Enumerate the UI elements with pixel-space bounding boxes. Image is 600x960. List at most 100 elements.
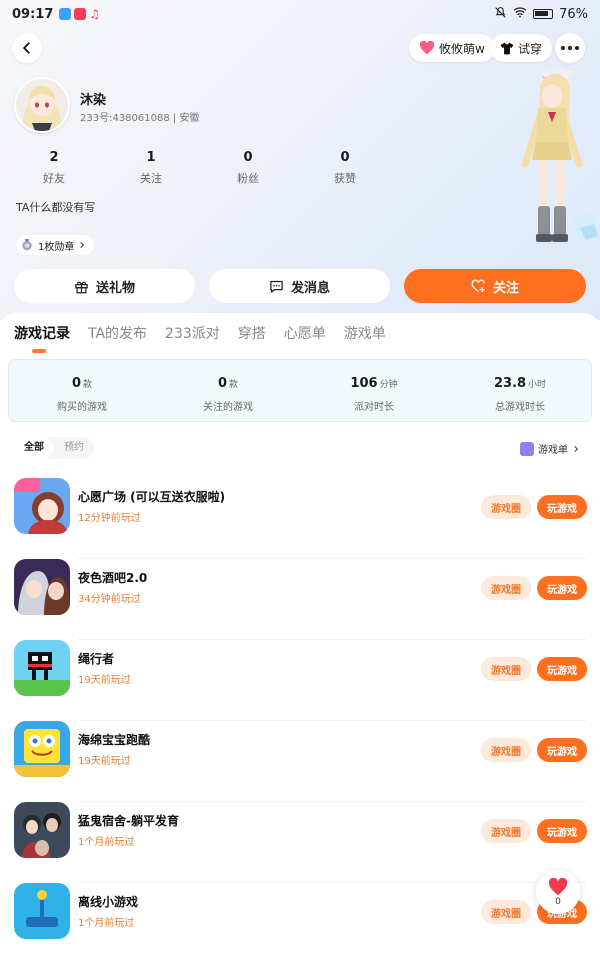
tab-game-records[interactable]: 游戏记录 <box>14 323 70 353</box>
stat-friends[interactable]: 2 好友 <box>14 150 94 186</box>
game-icon-offline-games <box>14 883 70 939</box>
summary-value: 0 <box>71 376 82 391</box>
summary-value: 23.8 <box>493 376 527 391</box>
tab-posts[interactable]: TA的发布 <box>88 323 147 343</box>
badge-chip[interactable]: 1枚勋章 <box>16 235 95 255</box>
game-name: 海绵宝宝跑酷 <box>78 733 151 747</box>
summary-label: 派对时长 <box>354 402 394 413</box>
tab-outfits[interactable]: 穿搭 <box>238 323 266 343</box>
tab-party[interactable]: 233派对 <box>165 323 220 343</box>
battery-percent: 76% <box>559 6 588 22</box>
bio-text: TA什么都没有写 <box>16 201 96 214</box>
stat-fans[interactable]: 0 粉丝 <box>208 150 288 186</box>
game-name: 夜色酒吧2.0 <box>78 571 148 585</box>
play-game-button[interactable]: 玩游戏 <box>537 495 587 519</box>
heart-icon <box>548 877 568 895</box>
follow-button[interactable]: 关注 <box>404 269 586 303</box>
shirt-icon <box>500 42 514 54</box>
chevron-right-icon <box>80 241 85 249</box>
last-played: 1个月前玩过 <box>78 837 135 848</box>
game-circle-button[interactable]: 游戏圈 <box>481 495 531 519</box>
back-button[interactable] <box>12 33 42 63</box>
chevron-left-icon <box>23 42 30 54</box>
summary-party-time: 106 分钟 派对时长 <box>301 372 447 413</box>
game-circle-button[interactable]: 游戏圈 <box>481 738 531 762</box>
game-row[interactable]: 心愿广场 (可以互送衣服啦) 12分钟前玩过 游戏圈 玩游戏 <box>0 478 600 559</box>
uid-location: 233号:438061088 | 安徽 <box>80 113 200 124</box>
summary-label: 总游戏时长 <box>495 402 545 413</box>
play-game-button[interactable]: 玩游戏 <box>537 819 587 843</box>
tab-game-lists[interactable]: 游戏单 <box>344 323 386 343</box>
game-row[interactable]: 猛鬼宿舍-躺平发育 1个月前玩过 游戏圈 玩游戏 <box>0 802 600 883</box>
tab-wishlist[interactable]: 心愿单 <box>284 323 326 343</box>
game-list-icon <box>520 441 534 456</box>
more-dot <box>568 46 572 50</box>
summary-label: 购买的游戏 <box>57 402 107 413</box>
send-message-label: 发消息 <box>290 280 330 296</box>
stat-value: 2 <box>49 150 59 165</box>
mood-button[interactable]: 攸攸萌w <box>409 34 495 62</box>
chevron-right-icon <box>574 445 579 452</box>
filter-reserved[interactable]: 预约 <box>54 437 94 459</box>
send-message-button[interactable]: 发消息 <box>209 269 390 303</box>
game-icon-night-bar <box>14 559 70 615</box>
game-circle-button[interactable]: 游戏圈 <box>481 819 531 843</box>
game-circle-button[interactable]: 游戏圈 <box>481 576 531 600</box>
character-avatar-image <box>521 69 598 242</box>
tab-bar: 游戏记录 TA的发布 233派对 穿搭 心愿单 游戏单 <box>14 323 386 353</box>
game-name: 猛鬼宿舍-躺平发育 <box>78 814 179 828</box>
play-game-button[interactable]: 玩游戏 <box>537 657 587 681</box>
notification-app-icon <box>59 8 72 20</box>
more-options-button[interactable] <box>555 33 585 63</box>
send-gift-button[interactable]: 送礼物 <box>14 269 195 303</box>
game-row[interactable]: 离线小游戏 1个月前玩过 游戏圈 玩游戏 <box>0 883 600 960</box>
stat-label: 获赞 <box>334 172 356 185</box>
avatar[interactable] <box>14 77 70 133</box>
summary-followed: 0款 关注的游戏 <box>155 372 301 413</box>
battery-icon <box>533 9 554 19</box>
more-dots-icon <box>561 46 565 50</box>
game-name: 绳行者 <box>78 652 115 666</box>
game-icon-rope-walker <box>14 640 70 696</box>
send-gift-label: 送礼物 <box>95 280 135 296</box>
stat-value: 1 <box>146 150 156 165</box>
badge-label: 1枚勋章 <box>38 241 75 253</box>
game-row[interactable]: 绳行者 19天前玩过 游戏圈 玩游戏 <box>0 640 600 721</box>
play-summary-card: 0款 购买的游戏 0款 关注的游戏 106 分钟 派对时长 23.8 小时 总游戏时… <box>8 359 592 422</box>
play-game-button[interactable]: 玩游戏 <box>537 576 587 600</box>
notification-video-icon <box>74 8 87 20</box>
summary-unit: 小时 <box>528 380 547 390</box>
game-icon-wish-square <box>14 478 70 534</box>
stat-likes[interactable]: 0 获赞 <box>305 150 385 186</box>
last-played: 12分钟前玩过 <box>78 513 141 524</box>
last-played: 19天前玩过 <box>78 675 131 686</box>
game-row[interactable]: 海绵宝宝跑酷 19天前玩过 游戏圈 玩游戏 <box>0 721 600 802</box>
game-row[interactable]: 夜色酒吧2.0 34分钟前玩过 游戏圈 玩游戏 <box>0 559 600 640</box>
mood-label: 攸攸萌w <box>439 41 485 56</box>
game-list-link[interactable]: 游戏单 <box>520 441 580 456</box>
status-bar: 09:17 ♫ 76% <box>0 0 600 28</box>
summary-purchased: 0款 购买的游戏 <box>9 372 155 413</box>
stat-value: 0 <box>243 150 253 165</box>
filter-all[interactable]: 全部 <box>14 437 54 459</box>
add-friend-icon <box>471 279 485 292</box>
game-circle-button[interactable]: 游戏圈 <box>481 657 531 681</box>
status-time: 09:17 <box>12 6 54 22</box>
more-dot <box>575 46 579 50</box>
heart-icon <box>419 41 435 55</box>
message-icon <box>270 280 283 293</box>
medal-icon <box>22 239 32 251</box>
game-circle-button[interactable]: 游戏圈 <box>481 900 531 924</box>
play-game-button[interactable]: 玩游戏 <box>537 738 587 762</box>
floating-like-button[interactable]: 0 <box>536 870 580 914</box>
summary-value: 0 <box>217 376 228 391</box>
like-count: 0 <box>555 896 561 907</box>
stat-following[interactable]: 1 关注 <box>111 150 191 186</box>
gift-icon <box>75 281 88 293</box>
summary-unit: 分钟 <box>379 380 398 390</box>
game-icon-ghost-dorm <box>14 802 70 858</box>
last-played: 1个月前玩过 <box>78 918 135 929</box>
last-played: 19天前玩过 <box>78 756 131 767</box>
stat-label: 关注 <box>140 172 162 185</box>
try-on-button[interactable]: 试穿 <box>490 34 553 62</box>
